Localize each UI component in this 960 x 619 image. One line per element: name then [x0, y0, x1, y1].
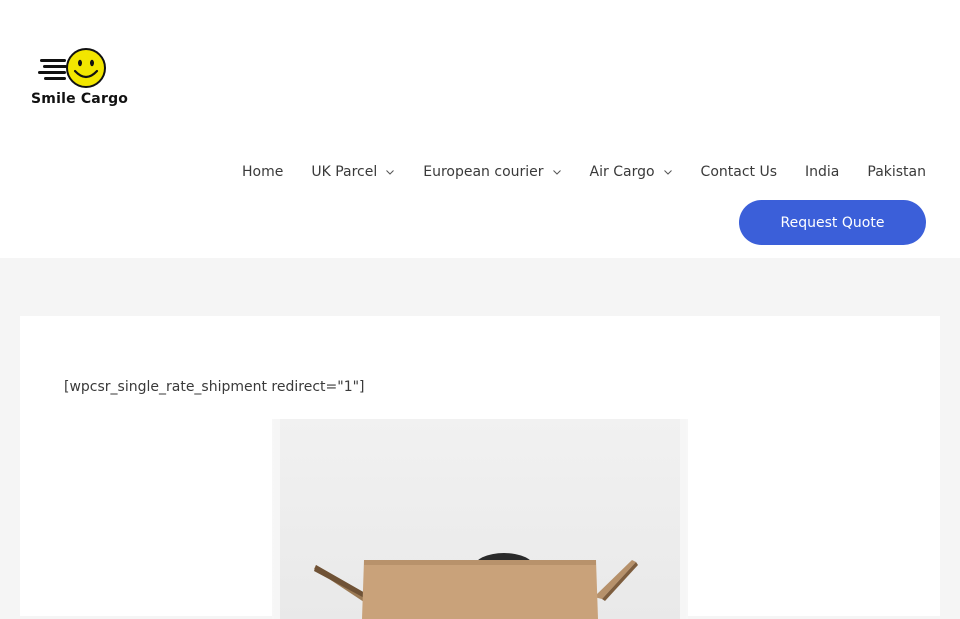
cardboard-box-image — [272, 419, 688, 619]
chevron-down-icon — [552, 170, 561, 175]
nav-item-label: European courier — [423, 164, 544, 180]
nav-item-label: UK Parcel — [311, 164, 378, 180]
nav-item-home[interactable]: Home — [242, 164, 283, 180]
shortcode-text: [wpcsr_single_rate_shipment redirect="1"… — [64, 379, 365, 395]
nav-item-label: Home — [241, 164, 284, 180]
chevron-down-icon — [663, 170, 672, 175]
request-quote-button[interactable]: Request Quote — [739, 200, 926, 245]
nav-item-india[interactable]: India — [805, 164, 839, 180]
nav-item-european-courier[interactable]: European courier — [423, 164, 561, 180]
nav-item-air-cargo[interactable]: Air Cargo — [590, 164, 673, 180]
logo-text: Smile Cargo — [31, 91, 129, 107]
smiley-logo-icon — [38, 48, 106, 88]
person-in-box-photo — [272, 419, 688, 619]
nav-item-label: Pakistan — [867, 164, 926, 180]
content-card: [wpcsr_single_rate_shipment redirect="1"… — [20, 316, 940, 619]
nav-item-label: India — [805, 164, 840, 180]
nav-item-uk-parcel[interactable]: UK Parcel — [311, 164, 395, 180]
main-nav: Home UK Parcel European courier Air Carg… — [242, 160, 926, 184]
site-logo[interactable]: Smile Cargo — [30, 46, 130, 112]
nav-item-contact-us[interactable]: Contact Us — [701, 164, 777, 180]
nav-item-label: Contact Us — [700, 164, 778, 180]
chevron-down-icon — [386, 170, 395, 175]
site-header: Smile Cargo Home UK Parcel European cour… — [0, 0, 960, 258]
nav-item-pakistan[interactable]: Pakistan — [867, 164, 926, 180]
nav-item-label: Air Cargo — [589, 164, 655, 180]
